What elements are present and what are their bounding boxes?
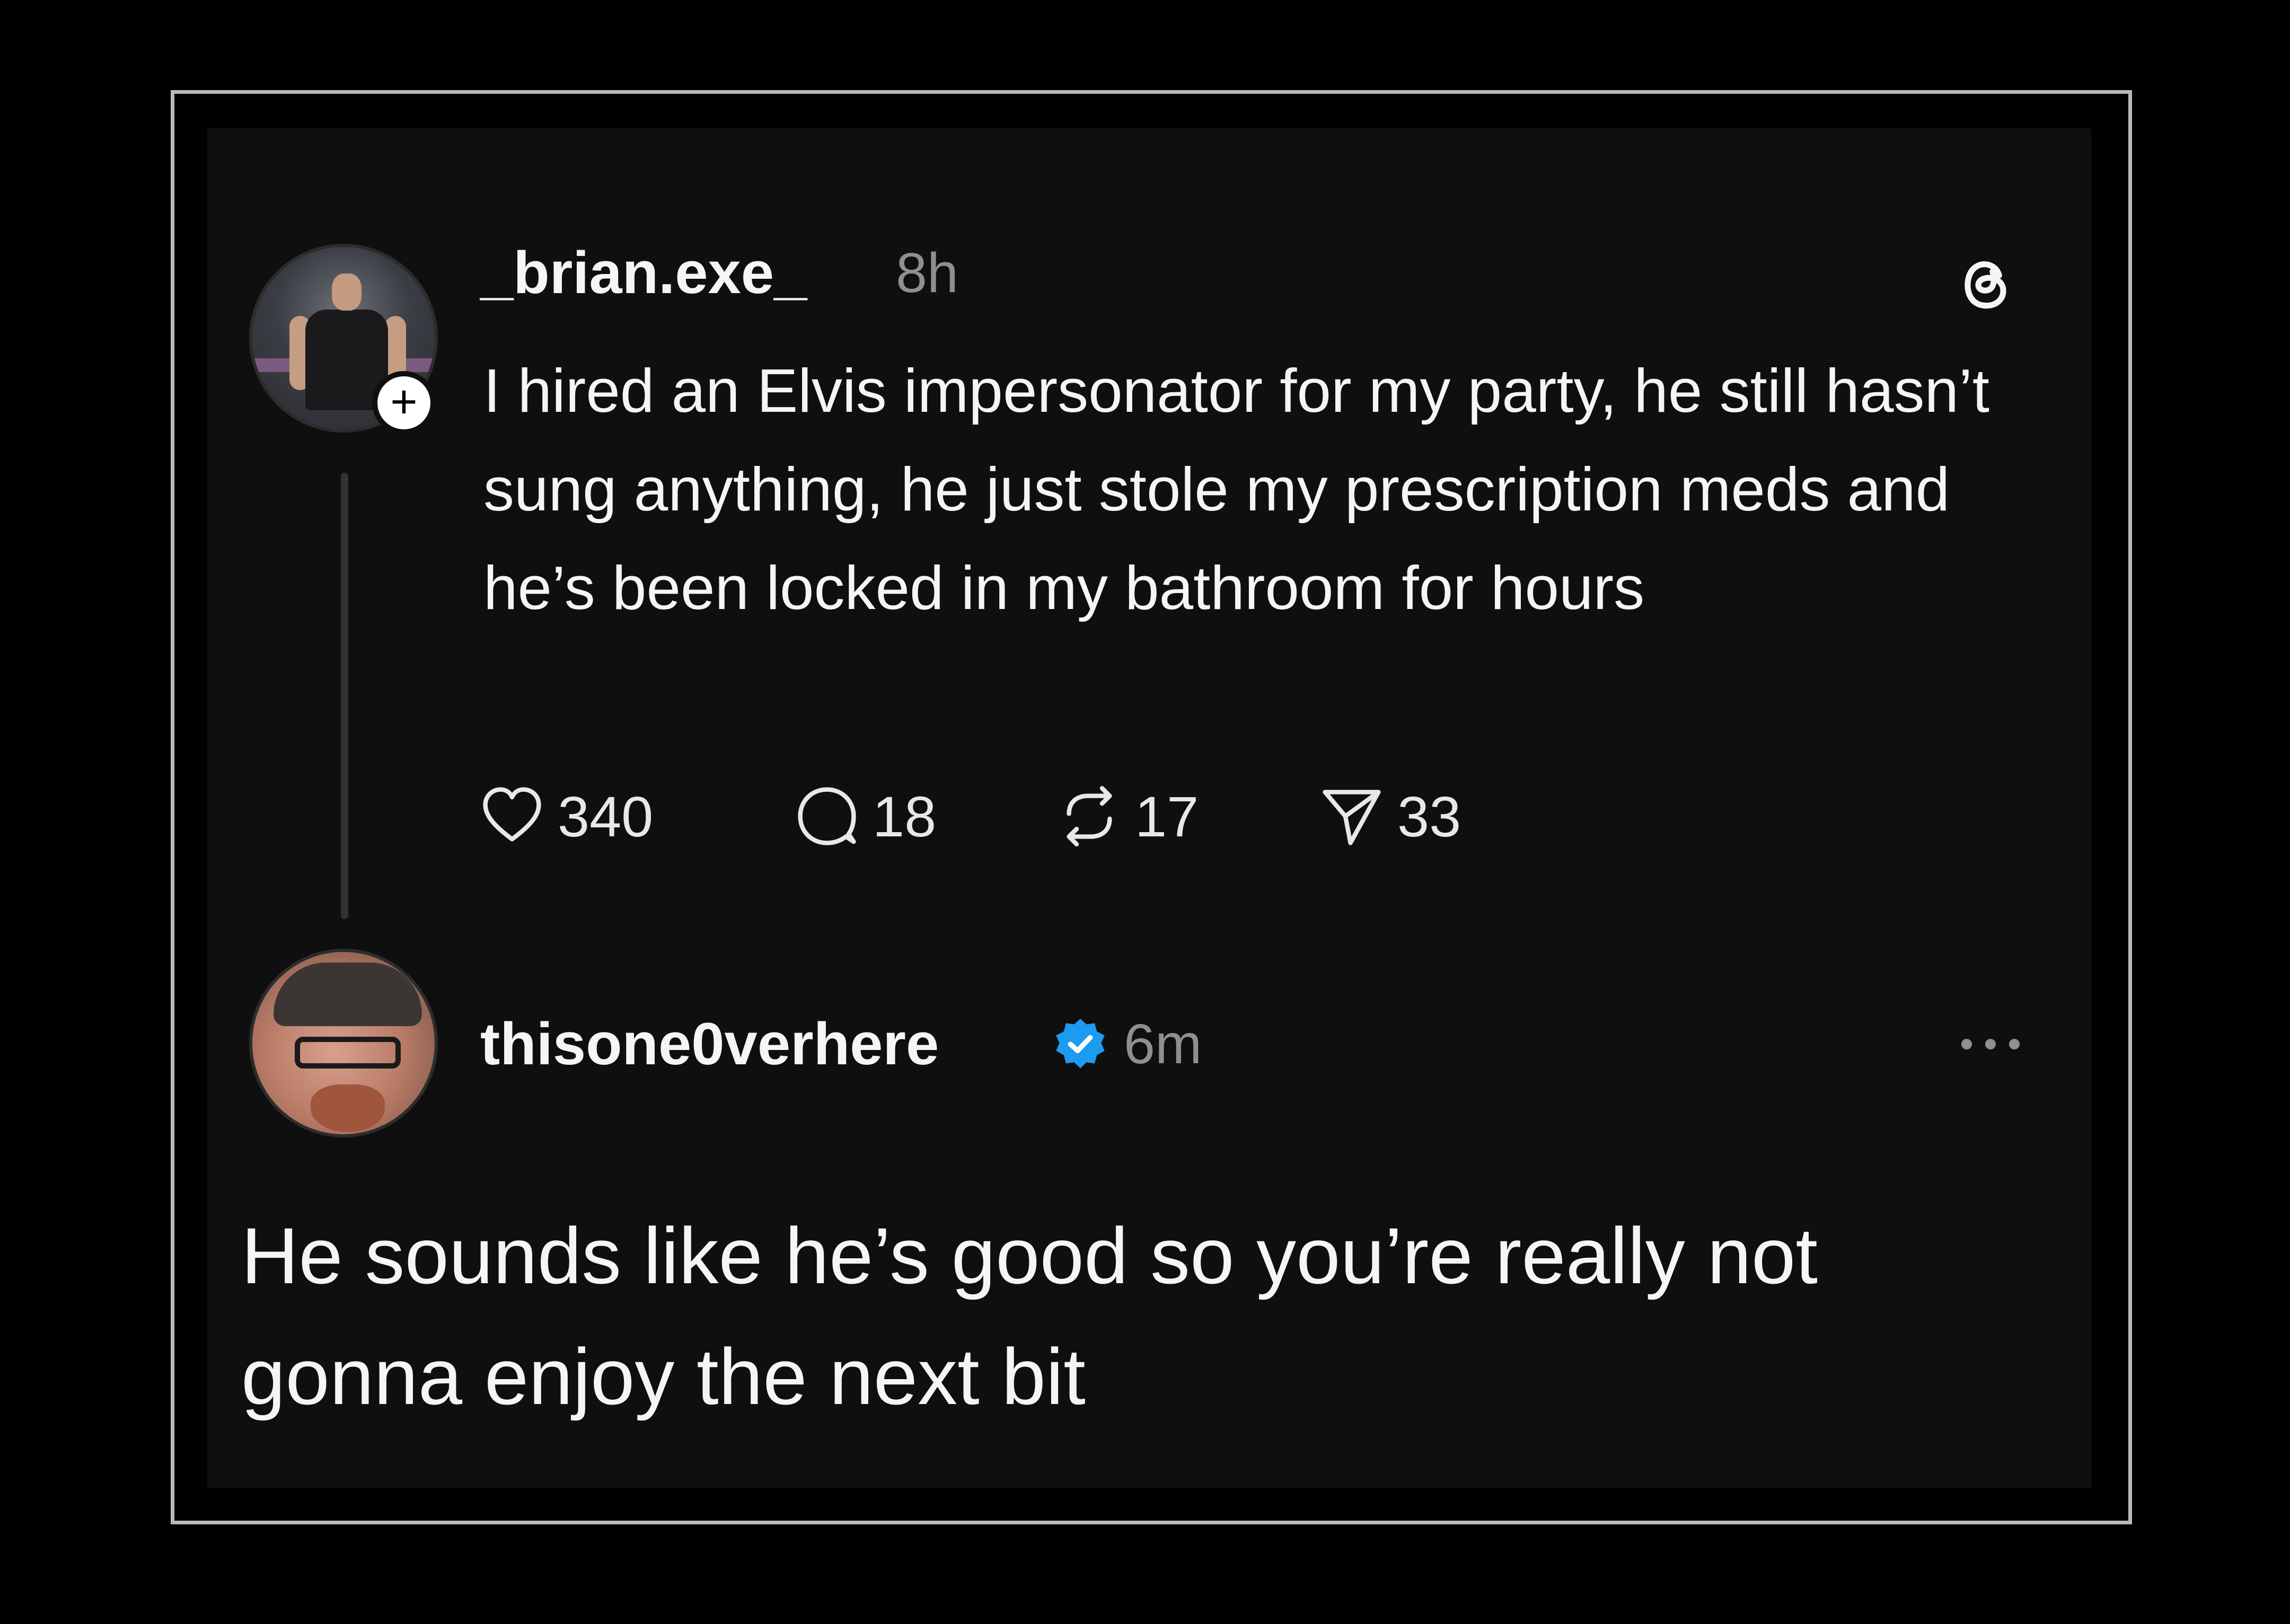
share-count: 33 <box>1397 784 1461 849</box>
comment-bubble-icon <box>798 787 856 845</box>
repost-count: 17 <box>1135 784 1199 849</box>
post-timestamp: 8h <box>896 242 958 304</box>
repost-icon <box>1067 786 1112 846</box>
post-username[interactable]: _brian.exe_ <box>480 239 807 307</box>
follow-plus-icon[interactable]: + <box>372 371 436 435</box>
comment-count: 18 <box>873 784 937 849</box>
reply-body-text: He sounds like he’s good so you’re reall… <box>241 1211 1818 1421</box>
more-dots-icon[interactable] <box>1956 1034 2025 1055</box>
send-icon <box>1323 790 1381 845</box>
repost-button[interactable]: 17 <box>1058 779 1199 853</box>
verified-badge-icon <box>1056 1019 1105 1069</box>
heart-icon <box>483 787 541 842</box>
reply-username[interactable]: thisone0verhere <box>480 1010 939 1078</box>
avatar-cap <box>274 963 422 1026</box>
share-button[interactable]: 33 <box>1320 779 1461 853</box>
avatar-beard <box>311 1084 385 1132</box>
thread-connector-line <box>341 473 348 919</box>
reply-timestamp: 6m <box>1124 1013 1202 1075</box>
avatar-figure-head <box>332 273 362 311</box>
like-count: 340 <box>558 784 654 849</box>
post-body-text: I hired an Elvis impersonator for my par… <box>483 356 1989 622</box>
reply-author-avatar[interactable] <box>249 949 438 1137</box>
threads-logo-icon <box>1965 261 2006 309</box>
avatar-glasses <box>295 1037 401 1069</box>
comment-button[interactable]: 18 <box>795 779 936 853</box>
like-button[interactable]: 340 <box>480 779 653 853</box>
